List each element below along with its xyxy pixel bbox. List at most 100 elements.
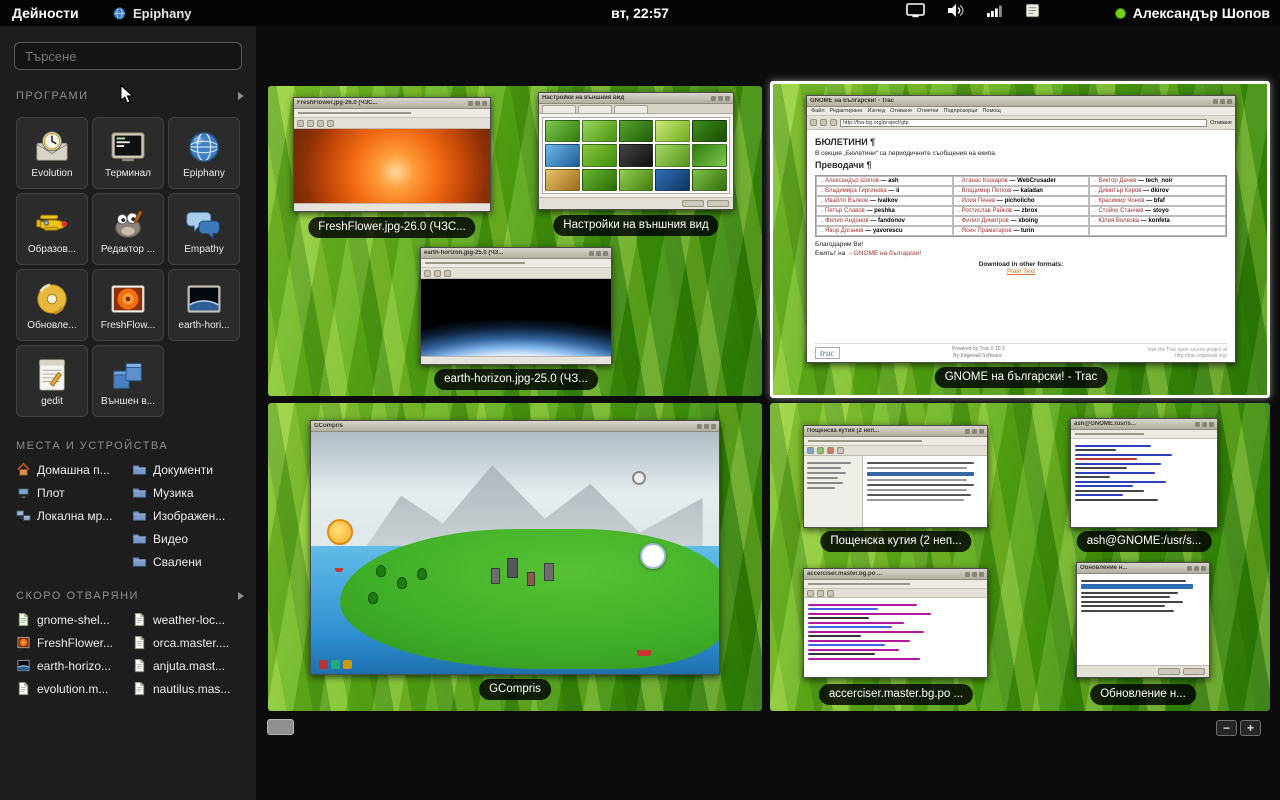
translator-cell[interactable]: →Филип Андонов — fandonov	[816, 216, 953, 226]
place-item-network[interactable]: Локална мр...	[16, 508, 122, 523]
window-controls[interactable]	[1195, 422, 1214, 427]
dialog-button[interactable]	[682, 200, 704, 207]
window-titlebar[interactable]: earth-horizon.jpg-25.0 (ЧЗ...	[421, 248, 611, 259]
window-appearance[interactable]: Настройки на външния вид	[538, 92, 734, 210]
recent-item-earth-horizon[interactable]: earth-horizo...	[16, 658, 122, 673]
wallpaper-thumbnail[interactable]	[692, 169, 727, 191]
place-item-videos[interactable]: Видео	[132, 531, 238, 546]
place-item-desktop[interactable]: Плот	[16, 485, 122, 500]
wallpaper-thumbnail[interactable]	[619, 144, 654, 166]
address-bar[interactable]: http://fsa-bg.org/project/gtp	[840, 119, 1207, 127]
wallpaper-thumbnail[interactable]	[545, 120, 580, 142]
wallpaper-thumbnail[interactable]	[655, 144, 690, 166]
window-label-terminal[interactable]: ash@GNOME:/usr/s...	[1077, 531, 1212, 552]
place-item-documents[interactable]: Документи	[132, 462, 238, 477]
window-controls[interactable]	[1213, 99, 1232, 104]
recent-item-nautilus[interactable]: nautilus.mas...	[132, 681, 238, 696]
control-icon[interactable]	[343, 660, 352, 669]
wallpaper-thumbnail[interactable]	[582, 144, 617, 166]
window-label-earth[interactable]: earth-horizon.jpg-25.0 (ЧЗ...	[434, 369, 598, 390]
window-titlebar[interactable]: ash@GNOME:/usr/s...	[1071, 419, 1217, 430]
translator-cell[interactable]: →Филип Димитров — xboing	[953, 216, 1090, 226]
menu-help[interactable]: Помощ	[982, 108, 1000, 114]
browser-menubar[interactable]: Файл Редактиране Изглед Отиване Отметки …	[807, 107, 1235, 116]
menu-bookmarks[interactable]: Отметки	[917, 108, 938, 114]
clock[interactable]: вт, 22:57	[611, 0, 669, 26]
wallpaper-thumbnail[interactable]	[582, 120, 617, 142]
wallpaper-thumbnail[interactable]	[655, 169, 690, 191]
workspace-2-active[interactable]: GNOME на български! - Trac Файл Редактир…	[770, 81, 1270, 398]
expand-arrow-icon[interactable]	[238, 92, 244, 100]
translator-cell[interactable]: →Ростислав Райков — zbrox	[953, 206, 1090, 216]
window-titlebar[interactable]: FreshFlower.jpg-26.0 (ЧЗС...	[294, 98, 490, 109]
window-label-update[interactable]: Обновление н...	[1090, 684, 1196, 705]
menu-file[interactable]: Файл	[811, 108, 825, 114]
menubar[interactable]	[294, 109, 490, 118]
app-evolution[interactable]: Evolution	[16, 117, 88, 189]
app-menu[interactable]: Epiphany	[112, 0, 192, 26]
expand-arrow-icon[interactable]	[238, 592, 244, 600]
window-label-trac[interactable]: GNOME на български! - Trac	[935, 367, 1108, 388]
go-button[interactable]: Отиване	[1210, 120, 1232, 126]
app-gedit[interactable]: gedit	[16, 345, 88, 417]
recent-item-orca[interactable]: orca.master....	[132, 635, 238, 650]
place-item-home[interactable]: Домашна п...	[16, 462, 122, 477]
window-label-gcompris[interactable]: GCompris	[479, 679, 551, 700]
activities-button[interactable]: Дейности	[0, 0, 91, 26]
dialog-button[interactable]	[1183, 668, 1205, 675]
window-trac-browser[interactable]: GNOME на български! - Trac Файл Редактир…	[806, 95, 1236, 363]
workspace-3[interactable]: GCompris	[268, 403, 762, 711]
gcompris-controls[interactable]	[319, 660, 352, 669]
team-link[interactable]: →GNOME на български!	[847, 250, 921, 257]
translator-cell[interactable]: →Ясен Праматаров — turin	[953, 226, 1090, 236]
translator-cell[interactable]: →Илия Пенев — picholicho	[953, 196, 1090, 206]
dialog-button[interactable]	[1158, 668, 1180, 675]
toolbar[interactable]	[294, 118, 490, 129]
window-controls[interactable]	[711, 96, 730, 101]
app-epiphany[interactable]: Epiphany	[168, 117, 240, 189]
window-titlebar[interactable]: Обновление н...	[1077, 563, 1209, 574]
menu-view[interactable]: Изглед	[867, 108, 885, 114]
message-list[interactable]	[863, 456, 987, 527]
window-titlebar[interactable]: GCompris	[311, 421, 719, 432]
translator-cell[interactable]: →Владимира Гиргинова — ii	[816, 186, 953, 196]
wallpaper-thumbnail[interactable]	[692, 144, 727, 166]
app-external-media[interactable]: Външен в...	[92, 345, 164, 417]
translator-cell[interactable]: →Атанас Кошаров — WebCrusader	[953, 176, 1090, 186]
window-controls[interactable]	[697, 424, 716, 429]
window-titlebar[interactable]: Настройки на външния вид	[539, 93, 733, 104]
window-po-editor[interactable]: accerciser.master.bg.po ...	[803, 568, 988, 678]
translator-cell[interactable]: →Димитър Киров — dkirov	[1089, 186, 1226, 196]
toolbar[interactable]	[804, 589, 987, 598]
window-label-freshflower[interactable]: FreshFlower.jpg-26.0 (ЧЗС...	[308, 217, 475, 238]
add-workspace-button[interactable]: +	[1240, 720, 1261, 736]
user-menu[interactable]: Александър Шопов	[1115, 0, 1270, 26]
plain-text-link[interactable]: Plain Text	[1007, 268, 1035, 275]
menubar[interactable]	[421, 259, 611, 268]
menubar[interactable]	[1071, 430, 1217, 439]
window-earth[interactable]: earth-horizon.jpg-25.0 (ЧЗ...	[420, 247, 612, 365]
window-controls[interactable]	[468, 101, 487, 106]
window-controls[interactable]	[589, 251, 608, 256]
wallpaper-thumbnail[interactable]	[545, 144, 580, 166]
workspace-add-indicator[interactable]	[267, 719, 294, 735]
window-label-po[interactable]: accerciser.master.bg.po ...	[819, 684, 973, 705]
translator-cell[interactable]: →Явор Доганов — yavorescu	[816, 226, 953, 236]
wallpaper-thumbnail[interactable]	[619, 169, 654, 191]
place-item-music[interactable]: Музика	[132, 485, 238, 500]
app-earth-image[interactable]: earth-hori...	[168, 269, 240, 341]
window-controls[interactable]	[1187, 566, 1206, 571]
translator-cell[interactable]: →Владимир Петков — kaladan	[953, 186, 1090, 196]
control-icon[interactable]	[331, 660, 340, 669]
place-item-downloads[interactable]: Свалени	[132, 554, 238, 569]
place-item-pictures[interactable]: Изображен...	[132, 508, 238, 523]
wallpaper-thumbnail[interactable]	[582, 169, 617, 191]
workspace-4[interactable]: Пощенска кутия (2 неп... Пощенска кутия …	[770, 403, 1270, 711]
menu-edit[interactable]: Редактиране	[830, 108, 863, 114]
notes-icon[interactable]	[1025, 3, 1040, 23]
menu-tabs[interactable]: Подпрозорци	[944, 108, 978, 114]
translator-cell[interactable]: →Петър Славов — peshka	[816, 206, 953, 216]
window-terminal[interactable]: ash@GNOME:/usr/s...	[1070, 418, 1218, 528]
app-image-editor[interactable]: Редактор ...	[92, 193, 164, 265]
network-signal-icon[interactable]	[986, 4, 1003, 23]
